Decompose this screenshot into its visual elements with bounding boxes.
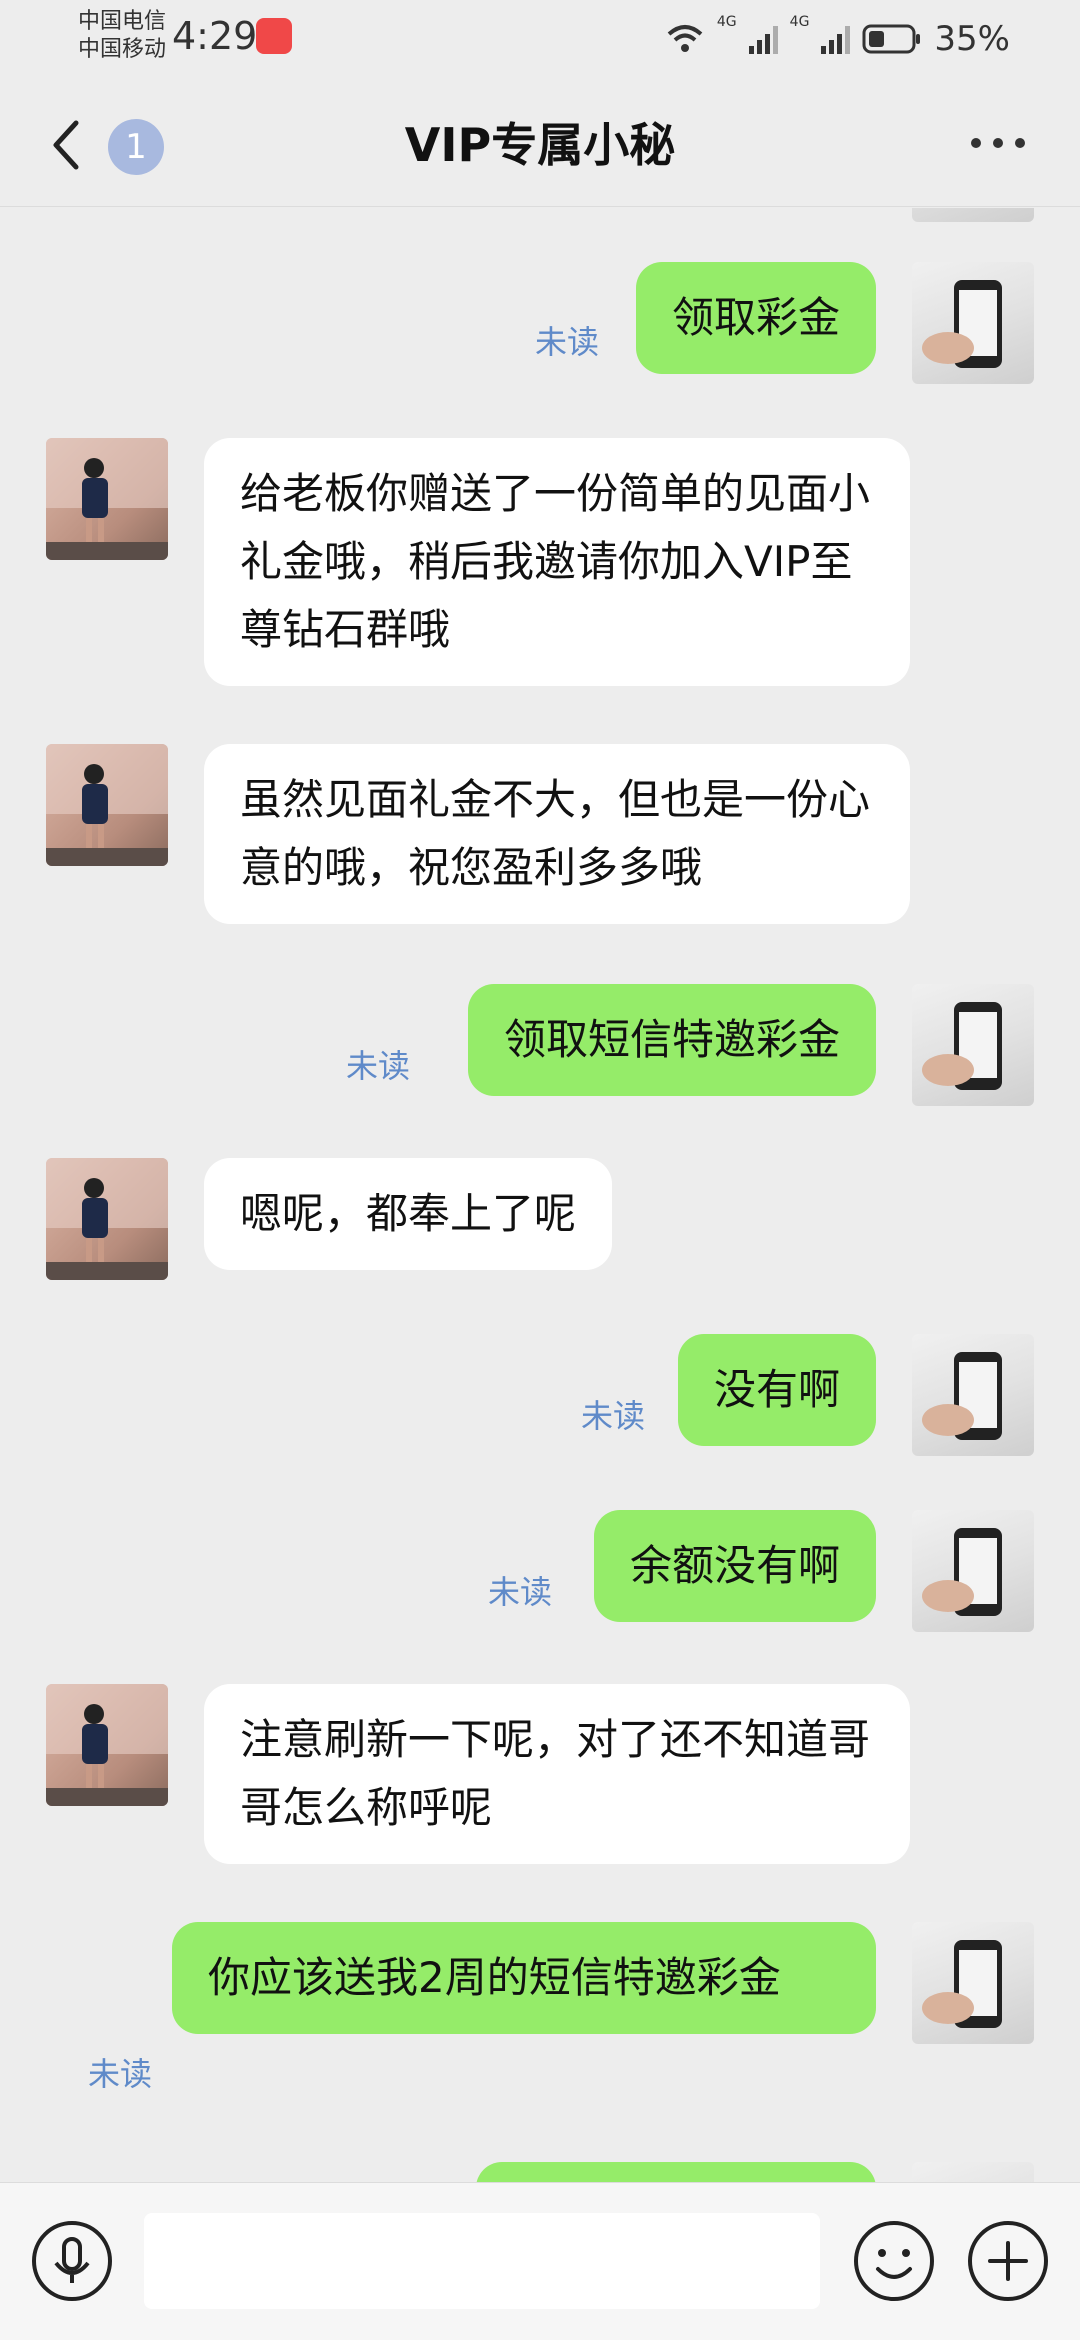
avatar[interactable] — [46, 438, 168, 560]
phone-photo-icon — [922, 1352, 1002, 1440]
avatar[interactable] — [912, 262, 1034, 384]
message-input[interactable] — [144, 2213, 820, 2309]
network-label-2: 4G — [789, 14, 810, 30]
avatar[interactable] — [46, 744, 168, 866]
signal-1-icon — [748, 24, 778, 54]
phone-photo-icon — [922, 1002, 1002, 1090]
message-bubble-outgoing[interactable]: 你应该送我2周的短信特邀彩金 — [172, 1922, 876, 2034]
message-bubble-incoming[interactable]: 注意刷新一下呢，对了还不知道哥哥怎么称呼呢 — [204, 1684, 910, 1864]
phone-photo-icon — [922, 1940, 1002, 2028]
wifi-icon — [667, 25, 703, 52]
unread-label: 未读 — [488, 1573, 553, 1611]
message-bubble-outgoing[interactable] — [476, 2162, 876, 2182]
unread-label: 未读 — [535, 323, 600, 361]
more-dots-icon[interactable] — [970, 133, 1026, 153]
phone-photo-icon — [922, 280, 1002, 368]
message-list[interactable]: 未读 领取彩金 给老板你赠送了一份简单的见面小礼金哦，稍后我邀请你加入VIP至尊… — [0, 208, 1080, 2182]
message-bubble-incoming[interactable]: 给老板你赠送了一份简单的见面小礼金哦，稍后我邀请你加入VIP至尊钻石群哦 — [204, 438, 910, 686]
message-bubble-incoming[interactable]: 虽然见面礼金不大，但也是一份心意的哦，祝您盈利多多哦 — [204, 744, 910, 924]
message-bubble-outgoing[interactable]: 领取彩金 — [635, 262, 876, 374]
person-photo-icon — [46, 744, 168, 866]
carrier-1: 中国电信 — [78, 9, 167, 34]
avatar[interactable] — [46, 1158, 168, 1280]
unread-label: 未读 — [581, 1397, 646, 1435]
microphone-icon[interactable] — [30, 2219, 114, 2303]
status-bar: 中国电信 中国移动 4:29 4G 4G 35% — [0, 0, 1080, 75]
app-notification-icon — [256, 18, 292, 54]
message-bubble-outgoing[interactable]: 余额没有啊 — [593, 1510, 876, 1622]
battery-icon — [862, 24, 921, 54]
avatar[interactable] — [46, 1684, 168, 1806]
phone-photo-icon — [922, 1528, 1002, 1616]
avatar[interactable] — [912, 208, 1034, 222]
battery-percent: 35% — [934, 19, 1010, 59]
person-photo-icon — [46, 1158, 168, 1280]
person-photo-icon — [46, 1684, 168, 1806]
person-photo-icon — [46, 438, 168, 560]
status-time: 4:29 — [172, 14, 258, 58]
smiley-icon[interactable] — [852, 2219, 936, 2303]
page-title: VIP专属小秘 — [404, 118, 676, 172]
message-bubble-outgoing[interactable]: 领取短信特邀彩金 — [467, 984, 876, 1096]
avatar[interactable] — [912, 1510, 1034, 1632]
message-bubble-outgoing[interactable]: 没有啊 — [677, 1334, 876, 1446]
carrier-2: 中国移动 — [78, 37, 167, 62]
avatar[interactable] — [912, 1334, 1034, 1456]
signal-2-icon — [821, 24, 851, 54]
message-input-bar — [0, 2182, 1080, 2340]
avatar[interactable] — [912, 2162, 1034, 2182]
status-indicators: 4G 4G 35% — [665, 14, 1010, 64]
avatar[interactable] — [912, 1922, 1034, 2044]
carrier-labels: 中国电信 中国移动 — [78, 8, 166, 64]
avatar[interactable] — [912, 984, 1034, 1106]
unread-label: 未读 — [88, 2055, 153, 2093]
message-bubble-incoming[interactable]: 嗯呢，都奉上了呢 — [204, 1158, 613, 1270]
network-label-1: 4G — [716, 14, 737, 30]
plus-icon[interactable] — [966, 2219, 1050, 2303]
chat-header: 1 VIP专属小秘 — [0, 75, 1080, 207]
unread-label: 未读 — [346, 1047, 411, 1085]
